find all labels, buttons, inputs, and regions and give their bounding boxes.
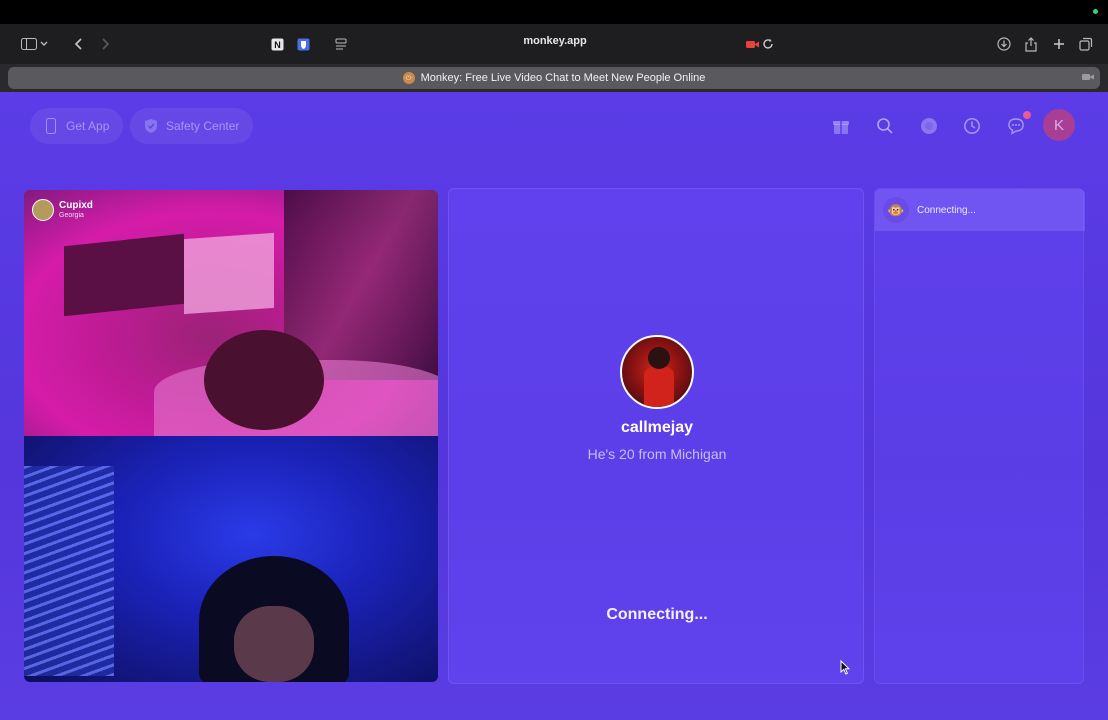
profile-avatar[interactable]: K [1043,109,1075,141]
safety-center-button[interactable]: Safety Center [130,108,254,144]
share-icon[interactable] [1023,34,1039,54]
monkey-favicon-icon: 🐵 [402,72,415,84]
remote-video: Cupixd Georgia [24,190,438,440]
peer-info[interactable]: Cupixd Georgia [32,198,93,222]
address-bar[interactable]: monkey.app [500,35,610,47]
safety-center-label: Safety Center [166,119,240,133]
messages-icon[interactable] [1004,111,1031,138]
match-subtitle: He's 20 from Michigan [587,446,727,462]
svg-text:N: N [274,40,281,50]
tab-bar: 🐵 Monkey: Free Live Video Chat to Meet N… [0,64,1108,92]
reload-icon[interactable] [761,34,775,54]
browser-toolbar: N monkey.app [0,24,1108,64]
tab-title: Monkey: Free Live Video Chat to Meet New… [420,72,706,84]
chat-panel: 🐵 Connecting... [874,188,1085,684]
connection-status: Connecting... [606,606,708,623]
tab-camera-icon[interactable] [1082,72,1094,84]
tab-monkey[interactable]: 🐵 Monkey: Free Live Video Chat to Meet N… [8,67,1100,89]
shield-icon [144,118,158,134]
tab-overview-icon[interactable] [1078,34,1094,54]
match-username: callmejay [620,419,694,436]
gift-icon[interactable] [829,114,853,138]
monkey-page: Get App Safety Center K Cupixd Georgia c… [0,92,1108,720]
back-icon[interactable] [72,34,86,54]
bitwarden-extension-icon[interactable] [296,34,310,54]
mouse-cursor-icon [840,659,851,680]
match-panel: callmejay He's 20 from Michigan Connecti… [448,188,864,684]
page-menu-icon[interactable] [334,34,348,54]
history-icon[interactable] [960,114,984,138]
camera-in-use-icon[interactable] [745,34,759,54]
peer-location: Georgia [59,212,84,219]
chat-status-text: Connecting... [917,204,976,216]
notification-badge [1023,111,1031,119]
status-dot [1093,9,1098,14]
get-app-button[interactable]: Get App [30,108,124,144]
downloads-icon[interactable] [996,34,1012,54]
chevron-down-icon[interactable] [38,34,50,54]
coin-icon[interactable] [917,114,941,138]
peer-name: Cupixd [59,200,93,211]
video-panel: Cupixd Georgia [24,190,438,682]
notion-extension-icon[interactable]: N [270,34,284,54]
menu-bar [0,0,1108,24]
search-icon[interactable] [873,114,897,138]
get-app-label: Get App [66,119,110,133]
new-tab-icon[interactable] [1051,34,1067,54]
match-avatar[interactable] [620,335,694,409]
phone-icon [44,118,58,134]
chat-status-row: 🐵 Connecting... [875,189,1085,231]
self-video [24,436,438,682]
forward-icon[interactable] [98,34,112,54]
monkey-avatar-icon: 🐵 [883,197,909,223]
peer-avatar [32,199,54,221]
